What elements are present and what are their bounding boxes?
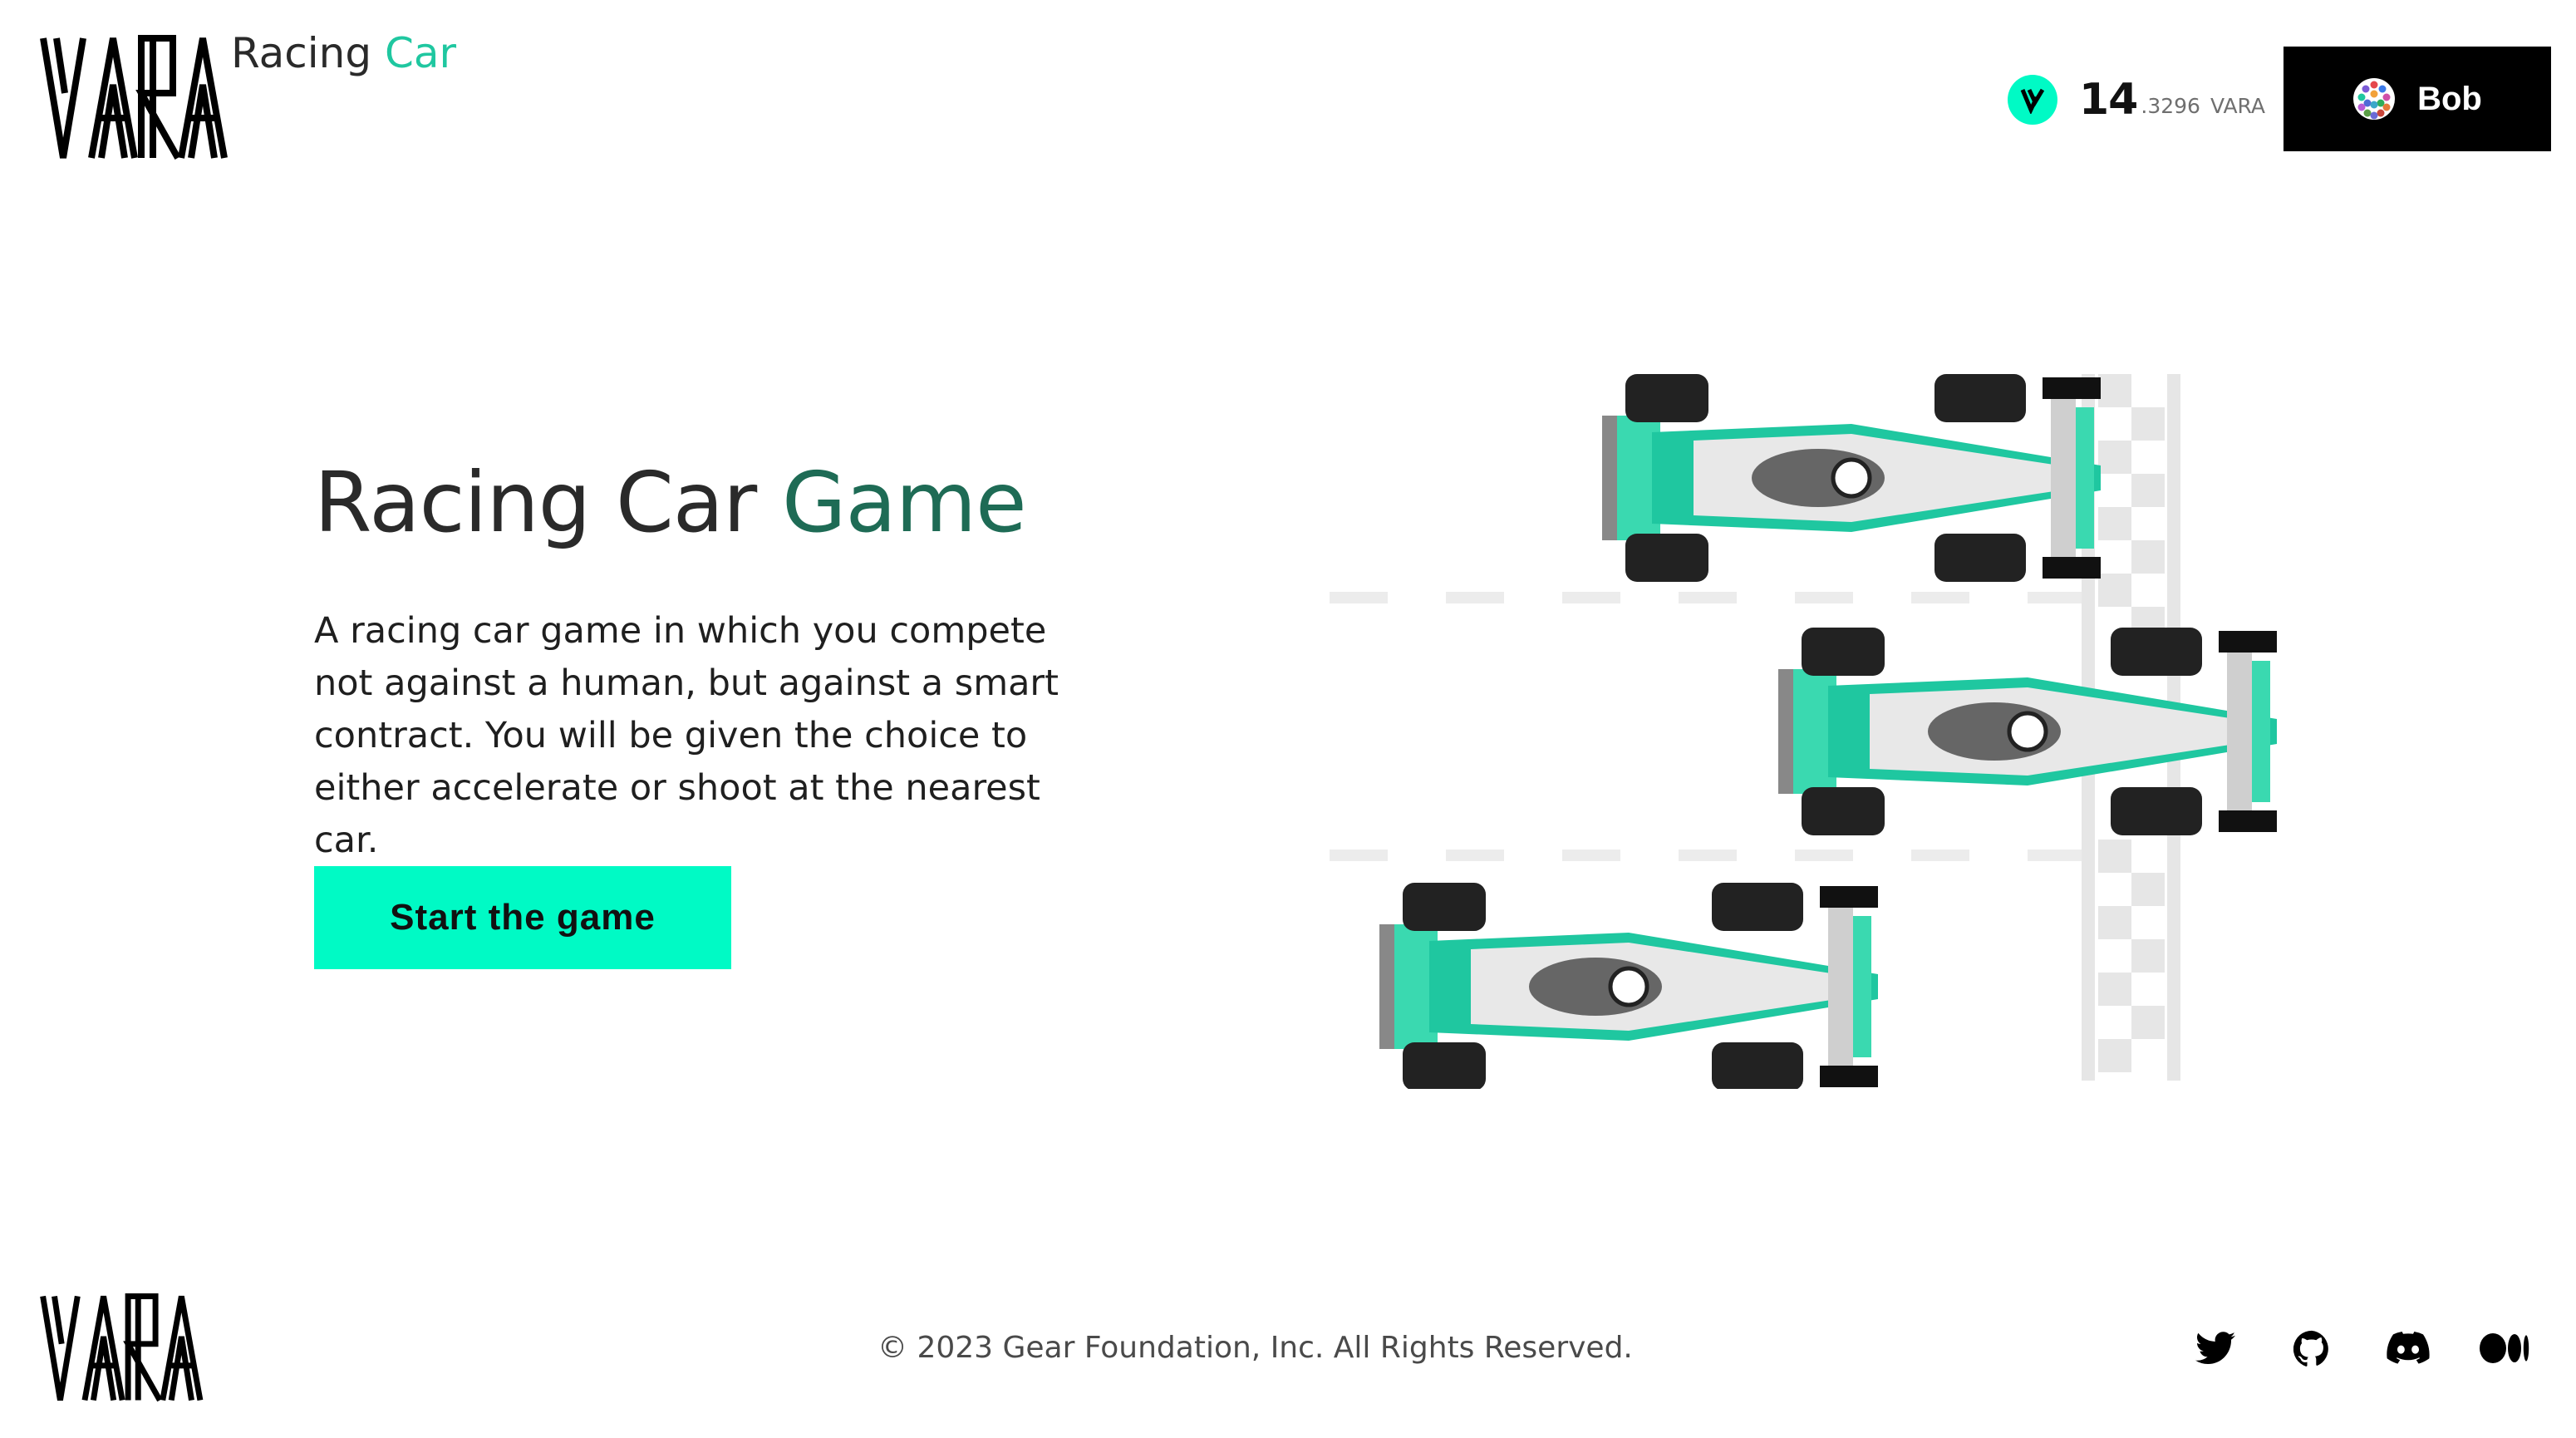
discord-icon[interactable] — [2383, 1323, 2433, 1373]
app-title-racing: Racing — [231, 29, 372, 77]
page-title-accent: Game — [781, 454, 1027, 551]
social-links — [2190, 1323, 2529, 1373]
account-name: Bob — [2417, 80, 2482, 117]
medium-icon[interactable] — [2480, 1323, 2529, 1373]
vara-logo[interactable] — [40, 35, 231, 161]
github-icon[interactable] — [2287, 1323, 2337, 1373]
header: Racing Car 14 .3296 VARA Bob — [0, 0, 2576, 183]
account-button[interactable]: Bob — [2283, 47, 2551, 151]
balance-decimal: .3296 — [2141, 93, 2200, 118]
race-cars-illustration — [1330, 357, 2293, 1089]
wallet-balance: 14 .3296 VARA — [2008, 73, 2265, 126]
balance-integer: 14 — [2079, 75, 2138, 125]
vara-coin-icon — [2008, 75, 2057, 125]
page-title: Racing Car Game — [314, 453, 1027, 553]
copyright-text: © 2023 Gear Foundation, Inc. All Rights … — [878, 1331, 1633, 1365]
footer-vara-logo[interactable] — [40, 1293, 206, 1403]
balance-unit: VARA — [2210, 93, 2266, 118]
page-title-main: Racing Car — [314, 454, 757, 551]
app-title-car: Car — [385, 29, 457, 77]
avatar-icon — [2353, 78, 2396, 120]
page: Racing Car 14 .3296 VARA Bob Racing Car … — [0, 0, 2576, 1438]
app-title: Racing Car — [231, 27, 456, 80]
start-game-button[interactable]: Start the game — [314, 866, 731, 969]
game-description: A racing car game in which you compete n… — [314, 610, 1059, 861]
twitter-icon[interactable] — [2190, 1323, 2240, 1373]
